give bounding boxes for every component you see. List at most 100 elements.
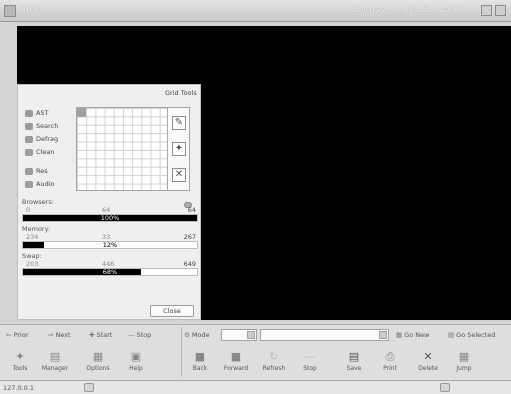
prior-button[interactable]: ⇐ Prior xyxy=(6,331,28,339)
tool-item-search[interactable]: Search xyxy=(24,120,80,133)
tool-grid[interactable] xyxy=(76,107,168,191)
options-button[interactable]: ▦ Options xyxy=(80,349,116,377)
help-icon: ▣ xyxy=(130,350,142,363)
button-row: ✦ Tools ▤ Manager ▦ Options ▣ Help ■ Bac… xyxy=(0,327,511,379)
connection-icon[interactable] xyxy=(84,383,94,392)
stat-label-browsers: Browsers: xyxy=(22,198,54,206)
forward-icon: ■ xyxy=(230,350,242,363)
grid-side-buttons: ✎ ✦ ✕ xyxy=(168,107,190,191)
new-window-icon: ▦ xyxy=(396,331,403,339)
tool-label: Res xyxy=(36,167,48,175)
tool-item-defrag[interactable]: Defrag xyxy=(24,133,80,146)
prior-label: Prior xyxy=(13,331,29,339)
go-selected-label: Go Selected xyxy=(456,331,496,339)
print-button[interactable]: ⎙ Print xyxy=(372,349,408,377)
tool-item-audio[interactable]: Audio xyxy=(24,178,80,191)
stat-min: 203 xyxy=(26,260,39,268)
delete-button[interactable]: ✕ Delete xyxy=(410,349,446,377)
magnifier-icon xyxy=(25,123,33,130)
mode-dropdown[interactable] xyxy=(221,329,257,341)
grid-tools-panel: Grid Tools AST Search Defrag Clean Res A… xyxy=(17,84,201,320)
stop-icon: — xyxy=(304,350,316,363)
broom-icon xyxy=(25,149,33,156)
tool-item-ast[interactable]: AST xyxy=(24,107,80,120)
go-selected-button[interactable]: ▤ Go Selected xyxy=(448,331,495,339)
chevron-down-icon[interactable] xyxy=(247,331,255,339)
stat-min: 0 xyxy=(26,206,31,214)
arrow-right-icon: ⇒ xyxy=(48,331,54,339)
stat-bar: 68% xyxy=(22,268,198,276)
tool-label: Clean xyxy=(36,148,55,156)
stop-nav-button[interactable]: — Stop xyxy=(128,331,151,339)
forward-label: Forward xyxy=(223,365,249,372)
tool-item-clean[interactable]: Clean xyxy=(24,146,80,159)
minus-icon: — xyxy=(128,331,135,339)
chevron-down-icon[interactable] xyxy=(379,331,387,339)
forward-button[interactable]: ■ Forward xyxy=(218,349,254,377)
save-icon: ▤ xyxy=(348,350,360,363)
help-button[interactable]: ▣ Help xyxy=(118,349,154,377)
go-new-label: Go New xyxy=(404,331,430,339)
maximize-icon[interactable] xyxy=(495,5,506,16)
manager-label: Manager xyxy=(41,365,69,372)
tool-item-res[interactable]: Res xyxy=(24,165,80,178)
wrench-icon[interactable]: ✦ xyxy=(172,142,186,156)
edit-icon[interactable]: ✎ xyxy=(172,116,186,130)
stat-numbers: 203 446 649 xyxy=(22,260,198,268)
bottom-toolbars: ⇐ Prior ⇒ Next ✚ Start — Stop ⚙ Mode ▦ Go New … xyxy=(0,324,511,380)
start-label: Start xyxy=(96,331,113,339)
security-icon[interactable] xyxy=(440,383,450,392)
tool-label: Audio xyxy=(36,180,55,188)
stats-section: Browsers: 0 64 64 100% Memory: 234 33 26… xyxy=(22,198,198,279)
tool-label: Search xyxy=(36,122,59,130)
stat-label-memory: Memory: xyxy=(22,225,51,233)
plus-icon: ✚ xyxy=(89,331,95,339)
save-label: Save xyxy=(346,365,362,372)
app-icon[interactable] xyxy=(4,5,16,17)
globe-icon xyxy=(25,110,33,117)
help-label: Help xyxy=(129,365,143,372)
disk-icon xyxy=(25,136,33,143)
stop-label: Stop xyxy=(136,331,152,339)
stat-min: 234 xyxy=(26,233,39,241)
tools-button[interactable]: ✦ Tools xyxy=(2,349,38,377)
manager-button[interactable]: ▤ Manager xyxy=(37,349,73,377)
grid-selected-cell[interactable] xyxy=(77,108,86,117)
refresh-icon: ↻ xyxy=(269,350,279,363)
back-icon: ■ xyxy=(194,350,206,363)
jump-button[interactable]: ▦ Jump xyxy=(446,349,482,377)
tool-label: AST xyxy=(36,109,49,117)
minimize-icon[interactable] xyxy=(481,5,492,16)
print-label: Print xyxy=(383,365,397,372)
nav-row: ⇐ Prior ⇒ Next ✚ Start — Stop ⚙ Mode ▦ Go New … xyxy=(0,325,511,347)
monitor-icon xyxy=(25,168,33,175)
stat-bar: 100% xyxy=(22,214,198,222)
go-new-button[interactable]: ▦ Go New xyxy=(396,331,429,339)
start-button[interactable]: ✚ Start xyxy=(89,331,112,339)
stop-button[interactable]: — Stop xyxy=(292,349,328,377)
stat-max: 649 xyxy=(183,260,196,268)
close-icon[interactable]: ✕ xyxy=(172,168,186,182)
next-button[interactable]: ⇒ Next xyxy=(48,331,71,339)
url-input[interactable] xyxy=(260,329,389,341)
arrow-left-icon: ⇐ xyxy=(6,331,12,339)
stop-label: Stop xyxy=(303,365,317,372)
stat-mid: 446 xyxy=(102,260,115,268)
stat-mid: 33 xyxy=(102,233,111,241)
stat-max: 267 xyxy=(183,233,196,241)
title-bar: Trek Sunday - April 13 - 15:00 xyxy=(0,0,511,22)
jump-icon: ▦ xyxy=(458,350,470,363)
stat-numbers: 0 64 64 xyxy=(22,206,198,214)
window-title: Trek xyxy=(22,5,41,15)
save-button[interactable]: ▤ Save xyxy=(336,349,372,377)
options-icon: ▦ xyxy=(92,350,104,363)
next-label: Next xyxy=(55,331,71,339)
options-label: Options xyxy=(86,365,110,372)
mode-label-group: ⚙ Mode xyxy=(184,331,210,339)
back-button[interactable]: ■ Back xyxy=(182,349,218,377)
refresh-button[interactable]: ↻ Refresh xyxy=(256,349,292,377)
jump-label: Jump xyxy=(456,365,472,372)
gear-icon: ⚙ xyxy=(184,331,190,339)
close-button[interactable]: Close xyxy=(150,305,194,317)
delete-icon: ✕ xyxy=(423,350,433,363)
